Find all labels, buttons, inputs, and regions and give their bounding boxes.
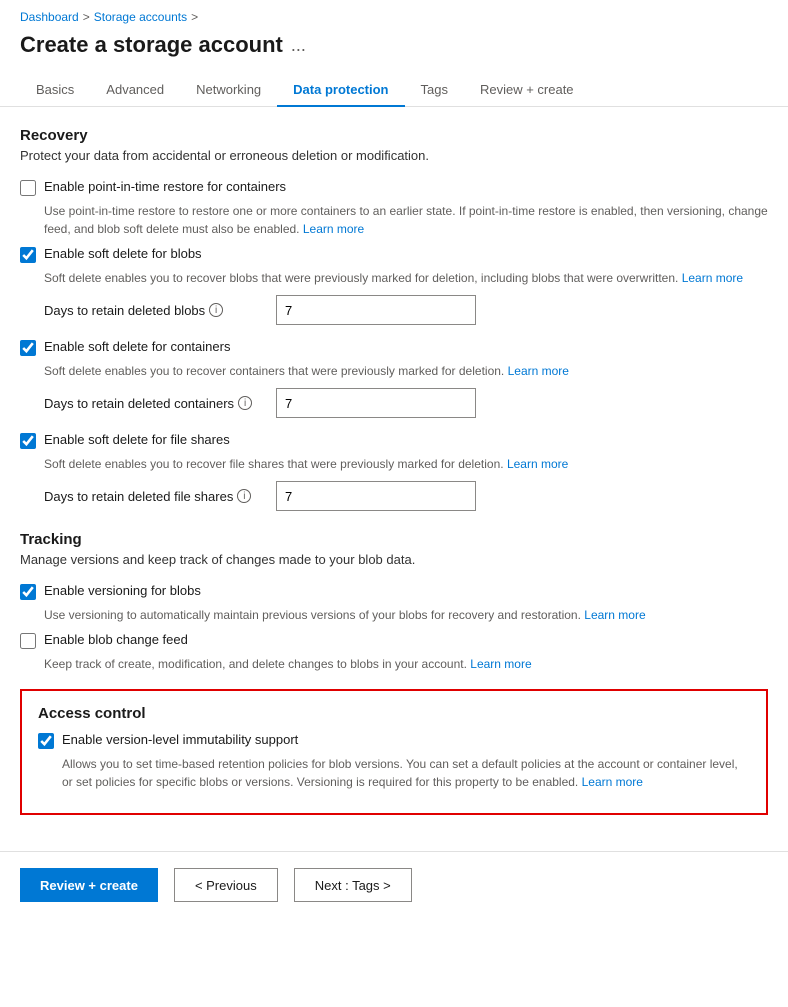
retain-containers-field-row: Days to retain deleted containers i	[44, 388, 768, 418]
immutability-desc: Allows you to set time-based retention p…	[62, 755, 750, 791]
main-content: Recovery Protect your data from accident…	[0, 107, 788, 851]
point-in-time-desc: Use point-in-time restore to restore one…	[44, 202, 768, 238]
soft-delete-files-label[interactable]: Enable soft delete for file shares	[44, 432, 230, 447]
versioning-checkbox[interactable]	[20, 584, 36, 600]
versioning-checkbox-row: Enable versioning for blobs	[20, 583, 768, 600]
immutability-learn-more[interactable]: Learn more	[582, 775, 643, 789]
retain-files-info-icon[interactable]: i	[237, 489, 251, 503]
point-in-time-checkbox-row: Enable point-in-time restore for contain…	[20, 179, 768, 196]
tab-review-create[interactable]: Review + create	[464, 74, 590, 107]
recovery-section: Recovery Protect your data from accident…	[20, 127, 768, 511]
retain-containers-info-icon[interactable]: i	[238, 396, 252, 410]
change-feed-checkbox-row: Enable blob change feed	[20, 632, 768, 649]
breadcrumb: Dashboard > Storage accounts >	[0, 0, 788, 28]
retain-containers-input[interactable]	[276, 388, 476, 418]
immutability-checkbox-row: Enable version-level immutability suppor…	[38, 732, 750, 749]
page-header: Create a storage account ...	[0, 28, 788, 74]
retain-containers-label: Days to retain deleted containers i	[44, 396, 264, 411]
access-control-section: Access control Enable version-level immu…	[20, 689, 768, 815]
breadcrumb-dashboard[interactable]: Dashboard	[20, 10, 79, 24]
immutability-checkbox[interactable]	[38, 733, 54, 749]
versioning-learn-more[interactable]: Learn more	[584, 608, 645, 622]
retain-blobs-input[interactable]	[276, 295, 476, 325]
recovery-desc: Protect your data from accidental or err…	[20, 148, 768, 163]
tracking-desc: Manage versions and keep track of change…	[20, 552, 768, 567]
soft-delete-containers-desc: Soft delete enables you to recover conta…	[44, 362, 768, 380]
breadcrumb-sep1: >	[83, 10, 90, 24]
soft-delete-files-desc: Soft delete enables you to recover file …	[44, 455, 768, 473]
next-button[interactable]: Next : Tags >	[294, 868, 412, 902]
soft-delete-files-checkbox[interactable]	[20, 433, 36, 449]
retain-blobs-info-icon[interactable]: i	[209, 303, 223, 317]
tab-basics[interactable]: Basics	[20, 74, 90, 107]
soft-delete-blobs-checkbox-row: Enable soft delete for blobs	[20, 246, 768, 263]
retain-blobs-label: Days to retain deleted blobs i	[44, 303, 264, 318]
tracking-title: Tracking	[20, 531, 768, 548]
retain-files-input[interactable]	[276, 481, 476, 511]
immutability-label[interactable]: Enable version-level immutability suppor…	[62, 732, 298, 747]
page-menu-button[interactable]: ...	[291, 35, 306, 56]
soft-delete-blobs-label[interactable]: Enable soft delete for blobs	[44, 246, 202, 261]
soft-delete-containers-learn-more[interactable]: Learn more	[508, 364, 569, 378]
tracking-section: Tracking Manage versions and keep track …	[20, 531, 768, 673]
retain-files-field-row: Days to retain deleted file shares i	[44, 481, 768, 511]
change-feed-label[interactable]: Enable blob change feed	[44, 632, 188, 647]
access-control-title: Access control	[38, 705, 750, 722]
retain-files-label: Days to retain deleted file shares i	[44, 489, 264, 504]
soft-delete-blobs-learn-more[interactable]: Learn more	[682, 271, 743, 285]
change-feed-checkbox[interactable]	[20, 633, 36, 649]
soft-delete-files-checkbox-row: Enable soft delete for file shares	[20, 432, 768, 449]
change-feed-desc: Keep track of create, modification, and …	[44, 655, 768, 673]
tab-networking[interactable]: Networking	[180, 74, 277, 107]
tab-tags[interactable]: Tags	[405, 74, 464, 107]
footer: Review + create < Previous Next : Tags >	[0, 851, 788, 918]
breadcrumb-sep2: >	[191, 10, 198, 24]
change-feed-learn-more[interactable]: Learn more	[470, 657, 531, 671]
tab-data-protection[interactable]: Data protection	[277, 74, 404, 107]
soft-delete-files-learn-more[interactable]: Learn more	[507, 457, 568, 471]
soft-delete-blobs-checkbox[interactable]	[20, 247, 36, 263]
point-in-time-checkbox[interactable]	[20, 180, 36, 196]
point-in-time-learn-more[interactable]: Learn more	[303, 222, 364, 236]
versioning-label[interactable]: Enable versioning for blobs	[44, 583, 201, 598]
soft-delete-containers-checkbox-row: Enable soft delete for containers	[20, 339, 768, 356]
breadcrumb-storage-accounts[interactable]: Storage accounts	[94, 10, 187, 24]
recovery-title: Recovery	[20, 127, 768, 144]
tab-bar: Basics Advanced Networking Data protecti…	[0, 74, 788, 107]
review-create-button[interactable]: Review + create	[20, 868, 158, 902]
point-in-time-label[interactable]: Enable point-in-time restore for contain…	[44, 179, 286, 194]
versioning-desc: Use versioning to automatically maintain…	[44, 606, 768, 624]
soft-delete-containers-checkbox[interactable]	[20, 340, 36, 356]
retain-blobs-field-row: Days to retain deleted blobs i	[44, 295, 768, 325]
page-title: Create a storage account	[20, 32, 283, 58]
previous-button[interactable]: < Previous	[174, 868, 278, 902]
soft-delete-containers-label[interactable]: Enable soft delete for containers	[44, 339, 230, 354]
soft-delete-blobs-desc: Soft delete enables you to recover blobs…	[44, 269, 768, 287]
tab-advanced[interactable]: Advanced	[90, 74, 180, 107]
